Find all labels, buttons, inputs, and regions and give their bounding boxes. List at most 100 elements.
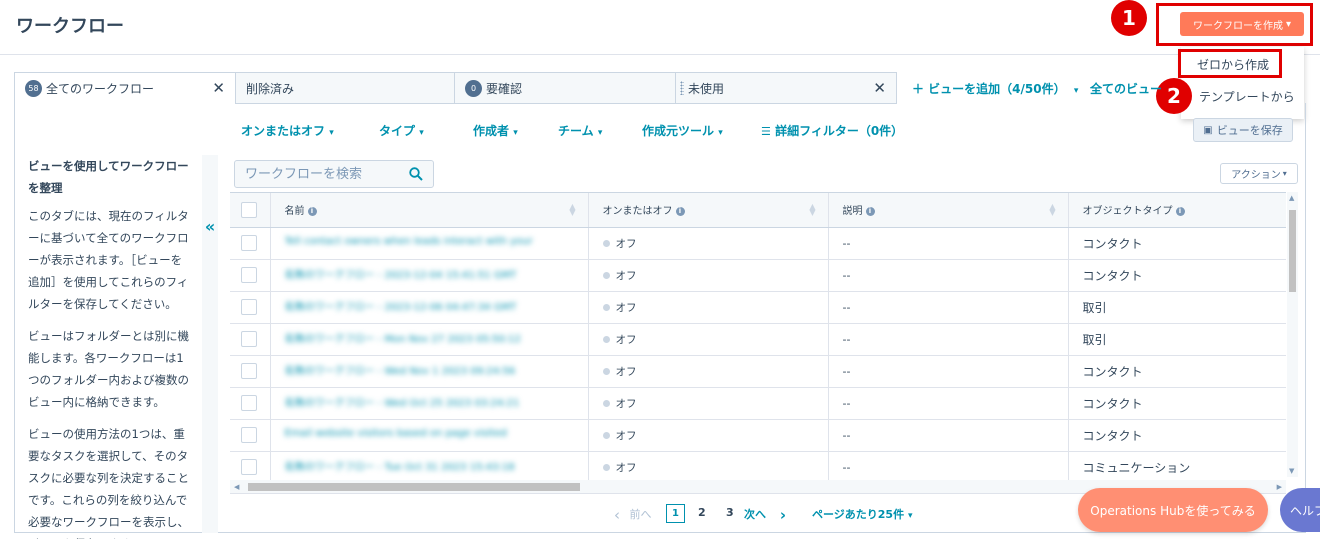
status-label: オフ [615,365,637,378]
caret-down-icon: ▾ [419,128,424,138]
scroll-left-icon[interactable]: ◀ [234,483,239,491]
filter-type[interactable]: タイプ ▾ [379,122,424,139]
status-cell: オフ [588,451,829,482]
filter-on-off[interactable]: オンまたはオフ ▾ [241,122,334,139]
actions-button[interactable]: アクション ▾ [1220,163,1298,184]
info-icon[interactable]: i [865,206,875,216]
all-views-button[interactable]: 全てのビュー [1090,80,1162,97]
table-row[interactable]: 名無のワークフロー - 2023-12-04 15:41:51 GMT オフ -- コ… [230,259,1286,292]
row-select-cell [230,355,271,388]
tab-needs-review[interactable]: 0 要確認 [454,72,676,104]
prev-page-button[interactable]: ‹ 前へ [614,506,652,524]
object-type-cell: コンタクト [1068,259,1286,292]
help-button[interactable]: ヘルプ [1280,488,1320,532]
workflow-name-link[interactable]: 名無のワークフロー - Wed Nov 1 2023 09:24:56 [285,362,571,377]
row-checkbox[interactable] [241,395,257,411]
workflow-name-link[interactable]: Email website visitors based on page vis… [285,428,571,439]
workflow-name-cell: 名無のワークフロー - Wed Oct 25 2023 03:24:21 [270,387,589,420]
sort-icon[interactable]: ▲ ▼ [809,203,815,217]
info-icon[interactable]: i [675,206,685,216]
row-select-cell [230,451,271,482]
prev-label: 前へ [629,508,652,521]
tab-label: 要確認 [486,81,523,96]
tab-deleted[interactable]: 削除済み [235,72,455,104]
page-1-button[interactable]: 1 [666,504,685,523]
vertical-scrollbar[interactable]: ▲ ▼ [1287,192,1298,477]
row-checkbox[interactable] [241,459,257,475]
row-select-cell [230,387,271,420]
object-type-cell: コンタクト [1068,387,1286,420]
object-type-cell: コンタクト [1068,355,1286,388]
info-icon[interactable]: i [1175,206,1185,216]
select-all-checkbox[interactable] [241,201,257,218]
workflow-name-link[interactable]: 名無のワークフロー - 2023-12-06 04:47:34 GMT [285,298,571,313]
filter-team[interactable]: チーム ▾ [558,122,602,139]
advanced-filters-button[interactable]: ☰ 詳細フィルター（0件） [761,122,903,139]
sort-icon[interactable]: ▲ ▼ [1049,203,1055,217]
scroll-down-icon[interactable]: ▼ [1289,467,1294,475]
table-row[interactable]: Tell contact owners when leads interact … [230,227,1286,260]
status-label: オフ [615,333,637,346]
description-cell: -- [828,451,1069,482]
status-label: オフ [615,397,637,410]
row-checkbox[interactable] [241,235,257,251]
description-cell: -- [828,355,1069,388]
filter-source-tool[interactable]: 作成元ツール ▾ [642,122,723,139]
scrollbar-thumb[interactable] [1289,210,1296,292]
chevron-left-icon: ‹ [614,506,620,524]
save-icon: ▣ [1203,124,1213,136]
workflow-name-link[interactable]: Tell contact owners when leads interact … [285,236,571,247]
row-checkbox[interactable] [241,267,257,283]
sort-icon[interactable]: ▲ ▼ [569,203,575,217]
filter-label: オンまたはオフ [241,124,326,138]
workflow-name-link[interactable]: 名無のワークフロー - Tue Oct 31 2023 15:43:18 [285,458,571,473]
workflow-name-link[interactable]: 名無のワークフロー - 2023-12-04 15:41:51 GMT [285,266,571,281]
row-checkbox[interactable] [241,299,257,315]
close-icon[interactable]: ✕ [212,79,225,97]
column-header-object-type[interactable]: オブジェクトタイプ i [1068,193,1286,228]
row-checkbox[interactable] [241,331,257,347]
scroll-right-icon[interactable]: ▶ [1277,483,1282,491]
table-row[interactable]: Email website visitors based on page vis… [230,419,1286,452]
tab-unused[interactable]: 未使用 ✕ [675,72,897,104]
row-checkbox[interactable] [241,363,257,379]
next-page-button[interactable]: 次へ › [744,506,786,524]
workflow-name-link[interactable]: 名無のワークフロー - Mon Nov 27 2023 05:50:12 [285,330,571,345]
status-dot-icon [602,272,610,279]
table-row[interactable]: 名無のワークフロー - Wed Oct 25 2023 03:24:21 オフ --… [230,387,1286,420]
page-3-button[interactable]: 3 [726,506,734,519]
search-input[interactable] [235,161,401,187]
table-row[interactable]: 名無のワークフロー - 2023-12-06 04:47:34 GMT オフ -- 取… [230,291,1286,324]
status-dot-icon [602,368,610,375]
add-view-button[interactable]: ＋ ビューを追加（4/50件） ▾ [912,80,1078,97]
description-cell: -- [828,387,1069,420]
close-icon[interactable]: ✕ [873,79,886,97]
info-icon[interactable]: i [307,206,317,216]
callout-1: 1 [1111,0,1147,36]
column-header-description[interactable]: 説明 i ▲ ▼ [828,193,1069,228]
workflow-name-link[interactable]: 名無のワークフロー - Wed Oct 25 2023 03:24:21 [285,394,571,409]
save-view-button[interactable]: ▣ ビューを保存 [1193,118,1293,142]
row-checkbox[interactable] [241,427,257,443]
scrollbar-thumb[interactable] [248,483,580,491]
filter-creator[interactable]: 作成者 ▾ [473,122,518,139]
table-row[interactable]: 名無のワークフロー - Wed Nov 1 2023 09:24:56 オフ -- コ… [230,355,1286,388]
collapse-left-icon[interactable]: « [202,217,218,236]
description-cell: -- [828,323,1069,356]
scroll-up-icon[interactable]: ▲ [1289,194,1294,202]
table-row[interactable]: 名無のワークフロー - Mon Nov 27 2023 05:50:12 オフ --… [230,323,1286,356]
operations-hub-button[interactable]: Operations Hubを使ってみる [1078,488,1268,532]
drag-handle-icon[interactable] [680,81,684,95]
object-type-cell: コミュニケーション [1068,451,1286,482]
description-cell: -- [828,259,1069,292]
workflow-name-cell: Tell contact owners when leads interact … [270,227,589,260]
object-type-cell: 取引 [1068,291,1286,324]
per-page-selector[interactable]: ページあたり25件 ▾ [812,506,912,522]
table-row[interactable]: 名無のワークフロー - Tue Oct 31 2023 15:43:18 オフ --… [230,451,1286,482]
column-header-name[interactable]: 名前 i ▲ ▼ [270,193,589,228]
sidebar-collapse-bar: « [202,155,218,533]
search-icon[interactable] [409,167,423,181]
column-header-status[interactable]: オンまたはオフ i ▲ ▼ [588,193,829,228]
page-2-button[interactable]: 2 [698,506,706,519]
tab-all-workflows[interactable]: 58 全てのワークフロー ✕ [14,72,236,104]
